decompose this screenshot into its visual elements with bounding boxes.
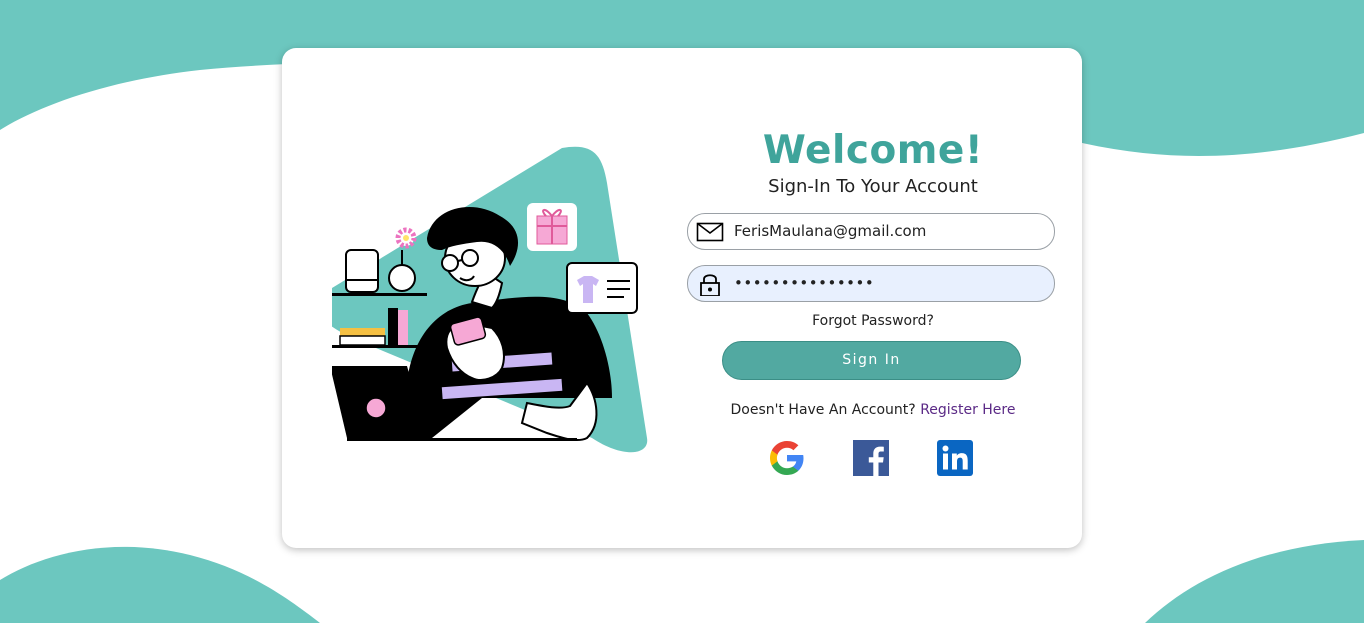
google-login-button[interactable] xyxy=(767,438,807,478)
bottom-left-wave xyxy=(0,546,320,623)
welcome-title: Welcome! xyxy=(762,128,984,173)
login-card: Welcome! Sign-In To Your Account FerisMa… xyxy=(282,48,1082,548)
register-link[interactable]: Register Here xyxy=(920,402,1015,418)
forgot-password-link[interactable]: Forgot Password? xyxy=(687,312,1059,330)
sign-in-button[interactable]: Sign In xyxy=(722,341,1021,380)
password-value: ••••••••••••••• xyxy=(734,274,875,292)
register-prompt-text: Doesn't Have An Account? xyxy=(730,402,916,418)
email-value: FerisMaulana@gmail.com xyxy=(734,222,927,240)
linkedin-login-button[interactable] xyxy=(935,438,975,478)
padlock-icon xyxy=(700,274,720,296)
email-field[interactable]: FerisMaulana@gmail.com xyxy=(687,213,1055,250)
facebook-icon xyxy=(853,440,889,476)
bottom-right-wave xyxy=(1145,540,1364,623)
envelope-icon xyxy=(696,222,724,242)
login-form: Welcome! Sign-In To Your Account FerisMa… xyxy=(687,48,1059,548)
facebook-login-button[interactable] xyxy=(851,438,891,478)
register-prompt: Doesn't Have An Account? Register Here xyxy=(687,401,1059,419)
password-field[interactable]: ••••••••••••••• xyxy=(687,265,1055,302)
signin-subtitle: Sign-In To Your Account xyxy=(768,176,978,197)
google-icon xyxy=(770,441,804,475)
linkedin-icon xyxy=(937,440,973,476)
person-with-phone-illustration xyxy=(332,146,648,453)
